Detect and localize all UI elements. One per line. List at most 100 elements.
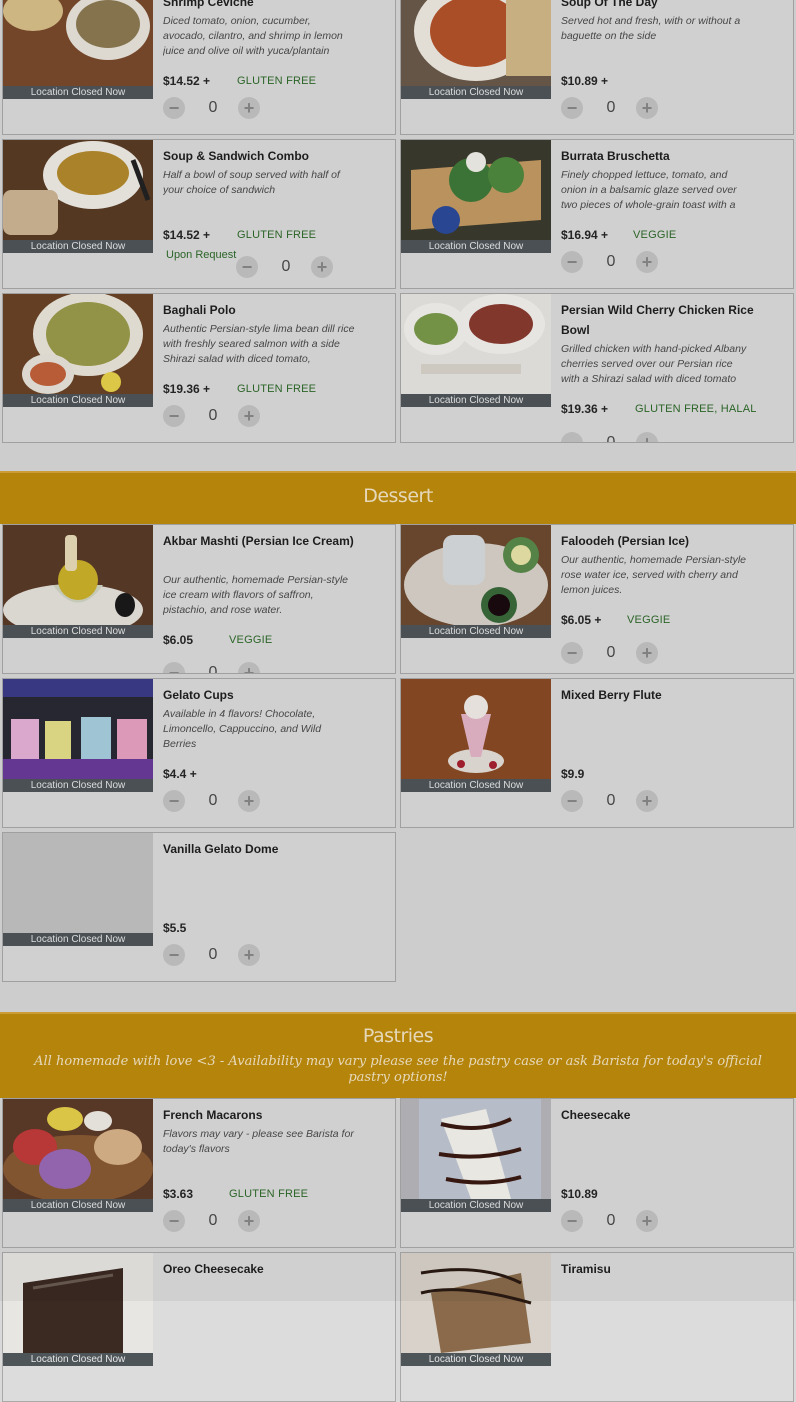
- dietary-tag: VEGGIE: [627, 614, 671, 626]
- quantity-stepper[interactable]: − 0 +: [561, 96, 661, 120]
- plus-icon[interactable]: +: [636, 1210, 658, 1232]
- item-price: $9.9: [561, 767, 585, 781]
- menu-item-card[interactable]: Location Closed Now Persian Wild Cherry C…: [400, 293, 794, 443]
- quantity-stepper[interactable]: − 0 +: [163, 789, 263, 813]
- item-price: $5.5: [163, 921, 187, 935]
- menu-item-card[interactable]: Location Closed Now Vanilla Gelato Dome $5…: [2, 832, 396, 982]
- quantity-stepper[interactable]: − 0 +: [163, 1209, 263, 1233]
- quantity-stepper[interactable]: − 0 +: [561, 641, 661, 665]
- quantity-value: 0: [208, 1212, 218, 1229]
- minus-icon[interactable]: −: [561, 432, 583, 442]
- quantity-stepper[interactable]: − 0 +: [561, 250, 661, 274]
- location-closed-label: Location Closed Now: [3, 394, 153, 407]
- menu-item-card[interactable]: Location Closed Now Tiramisu: [400, 1252, 794, 1402]
- item-photo: [401, 679, 551, 779]
- location-closed-label: Location Closed Now: [401, 779, 551, 792]
- plus-icon[interactable]: +: [238, 790, 260, 812]
- item-photo: [3, 1099, 153, 1199]
- quantity-stepper[interactable]: − 0 +: [163, 943, 263, 967]
- minus-icon[interactable]: −: [561, 251, 583, 273]
- dietary-tag: VEGGIE: [633, 229, 677, 241]
- quantity-stepper[interactable]: − 0 +: [163, 661, 263, 673]
- plus-icon[interactable]: +: [636, 97, 658, 119]
- item-price: $14.52 +: [163, 228, 211, 242]
- plus-icon[interactable]: +: [636, 251, 658, 273]
- minus-icon[interactable]: −: [561, 790, 583, 812]
- menu-item-card[interactable]: Location Closed Now Baghali Polo Authentic…: [2, 293, 396, 443]
- menu-item-card[interactable]: Location Closed Now Akbar Mashti (Persian…: [2, 524, 396, 674]
- minus-icon[interactable]: −: [163, 405, 185, 427]
- plus-icon[interactable]: +: [238, 97, 260, 119]
- item-photo: [401, 525, 551, 625]
- quantity-stepper[interactable]: − 0 +: [163, 404, 263, 428]
- section-subtitle: All homemade with love <3 - Availability…: [34, 1054, 762, 1085]
- minus-icon[interactable]: −: [561, 97, 583, 119]
- item-name: Faloodeh (Persian Ice): [561, 534, 690, 548]
- plus-icon[interactable]: +: [636, 790, 658, 812]
- menu-item-card[interactable]: Location Closed Now Faloodeh (Persian Ice…: [400, 524, 794, 674]
- item-price: $3.63: [163, 1187, 194, 1201]
- item-name: Vanilla Gelato Dome: [163, 842, 279, 856]
- plus-icon[interactable]: +: [636, 642, 658, 664]
- item-price: $10.89: [561, 1187, 598, 1201]
- menu-item-card[interactable]: Location Closed Now Mixed Berry Flute $9.9…: [400, 678, 794, 828]
- item-name: Akbar Mashti (Persian Ice Cream): [163, 534, 354, 548]
- quantity-value: 0: [606, 434, 616, 443]
- plus-icon[interactable]: +: [311, 256, 333, 278]
- item-description: Diced tomato, onion, cucumber, avocado, …: [163, 15, 343, 57]
- plus-icon[interactable]: +: [238, 662, 260, 673]
- item-description: Grilled chicken with hand-picked Albany …: [561, 343, 747, 385]
- item-photo: [401, 140, 551, 240]
- item-description: Available in 4 flavors! Chocolate, Limon…: [163, 708, 322, 750]
- item-name: Soup & Sandwich Combo: [163, 149, 309, 163]
- item-name: Baghali Polo: [163, 303, 236, 317]
- item-description: Our authentic, homemade Persian-style ic…: [163, 574, 349, 616]
- location-closed-label: Location Closed Now: [3, 625, 153, 638]
- menu-item-card[interactable]: Location Closed Now Oreo Cheesecake: [2, 1252, 396, 1402]
- quantity-stepper[interactable]: − 0 +: [561, 1209, 661, 1233]
- minus-icon[interactable]: −: [163, 97, 185, 119]
- plus-icon[interactable]: +: [238, 405, 260, 427]
- quantity-value: 0: [606, 644, 616, 661]
- minus-icon[interactable]: −: [163, 662, 185, 673]
- item-name: Oreo Cheesecake: [163, 1262, 264, 1276]
- menu-item-card[interactable]: Location Closed Now French Macarons Flavor…: [2, 1098, 396, 1248]
- menu-item-card[interactable]: Location Closed Now Burrata Bruschetta Fin…: [400, 139, 794, 289]
- item-name: Mixed Berry Flute: [561, 688, 662, 702]
- quantity-stepper[interactable]: − 0 +: [561, 431, 661, 443]
- item-price: $19.36 +: [163, 382, 211, 396]
- item-photo: [3, 679, 153, 779]
- menu-item-card[interactable]: Location Closed Now Gelato Cups Available …: [2, 678, 396, 828]
- minus-icon[interactable]: −: [236, 256, 258, 278]
- menu-item-card[interactable]: Location Closed Now Soup & Sandwich Combo…: [2, 139, 396, 289]
- plus-icon[interactable]: +: [238, 1210, 260, 1232]
- item-price: $19.36 +: [561, 402, 609, 416]
- minus-icon[interactable]: −: [561, 642, 583, 664]
- item-description: Authentic Persian-style lima bean dill r…: [163, 323, 355, 365]
- location-closed-label: Location Closed Now: [3, 240, 153, 253]
- item-price: $4.4 +: [163, 767, 197, 781]
- quantity-stepper[interactable]: − 0 +: [236, 255, 336, 279]
- quantity-stepper[interactable]: − 0 +: [561, 789, 661, 813]
- item-description: Half a bowl of soup served with half of …: [163, 169, 340, 196]
- menu-item-card[interactable]: Location Closed Now Soup Of The Day Served…: [400, 0, 794, 135]
- item-photo: [3, 1253, 153, 1353]
- minus-icon[interactable]: −: [163, 790, 185, 812]
- dietary-tag: GLUTEN FREE: [237, 383, 317, 395]
- menu-item-card[interactable]: Location Closed Now Shrimp Ceviche Diced t…: [2, 0, 396, 135]
- item-price: $10.89 +: [561, 74, 609, 88]
- plus-icon[interactable]: +: [238, 944, 260, 966]
- plus-icon[interactable]: +: [636, 432, 658, 442]
- menu-item-card[interactable]: Location Closed Now Cheesecake $10.89 − 0 +: [400, 1098, 794, 1248]
- minus-icon[interactable]: −: [163, 944, 185, 966]
- quantity-value: 0: [208, 99, 218, 116]
- quantity-value: 0: [606, 253, 616, 270]
- quantity-value: 0: [208, 946, 218, 963]
- item-photo: [401, 1099, 551, 1199]
- minus-icon[interactable]: −: [561, 1210, 583, 1232]
- quantity-value: 0: [281, 258, 291, 275]
- menu-list: Location Closed Now Shrimp Ceviche Diced t…: [0, 0, 796, 1402]
- quantity-stepper[interactable]: − 0 +: [163, 96, 263, 120]
- minus-icon[interactable]: −: [163, 1210, 185, 1232]
- location-closed-label: Location Closed Now: [401, 1353, 551, 1366]
